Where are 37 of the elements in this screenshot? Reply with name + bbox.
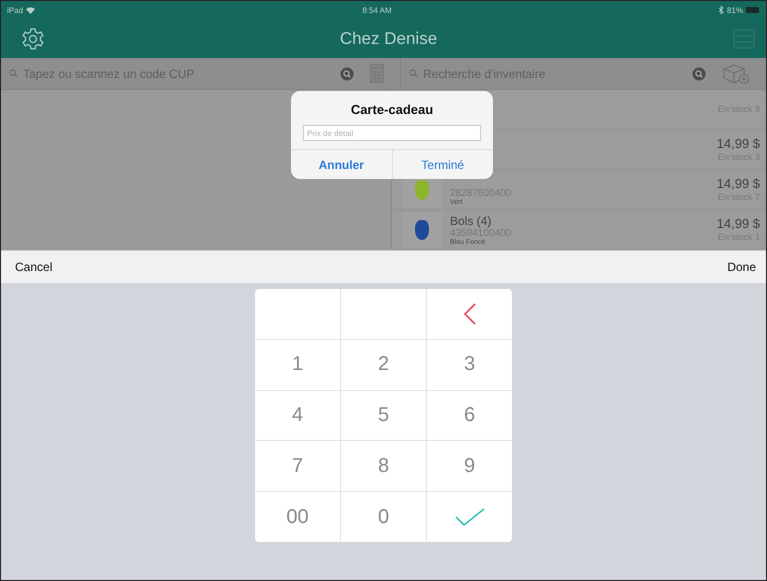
scan-icon[interactable] xyxy=(692,66,706,80)
store-title: Chez Denise xyxy=(340,28,438,48)
done-button[interactable]: Done xyxy=(723,256,760,278)
cancel-button[interactable]: Cancel xyxy=(11,256,56,278)
search-icon xyxy=(9,69,18,78)
cancel-button[interactable]: Annuler xyxy=(291,150,392,179)
product-price: 14,99 $ xyxy=(716,136,760,152)
digit-key[interactable]: 00 xyxy=(255,492,340,542)
digit-key[interactable]: 2 xyxy=(341,340,426,390)
settings-icon[interactable] xyxy=(21,26,45,50)
box-add-icon[interactable] xyxy=(722,62,750,84)
price-input-field[interactable]: Prix de détail xyxy=(303,125,481,141)
search-icon xyxy=(409,69,418,78)
backspace-key[interactable] xyxy=(427,289,512,339)
digit-key[interactable]: 6 xyxy=(427,390,512,440)
chevron-left-icon xyxy=(464,302,476,325)
product-price: 14,99 $ xyxy=(716,216,760,232)
digit-key[interactable]: 1 xyxy=(255,340,340,390)
device-name: iPad xyxy=(7,6,24,14)
product-name: Bols (4) xyxy=(450,215,492,228)
scan-icon[interactable] xyxy=(340,66,354,80)
checkmark-icon xyxy=(454,508,484,526)
digit-key[interactable]: 7 xyxy=(255,441,340,492)
digit-key[interactable]: 5 xyxy=(341,390,426,440)
digit-key[interactable]: 0 xyxy=(341,492,426,542)
product-price: 14,99 $ xyxy=(716,176,760,192)
confirm-key[interactable] xyxy=(427,492,512,542)
battery-level: 81% xyxy=(726,6,743,14)
digit-key[interactable]: 3 xyxy=(427,340,512,390)
digit-key[interactable]: 4 xyxy=(255,390,340,440)
battery-icon xyxy=(746,7,760,13)
digit-key[interactable]: 9 xyxy=(427,441,512,492)
done-button[interactable]: Terminé xyxy=(392,150,493,179)
status-time: 8:54 AM xyxy=(362,6,392,14)
wifi-icon xyxy=(26,6,36,14)
bluetooth-icon xyxy=(718,6,724,14)
digit-key[interactable]: 8 xyxy=(341,441,426,492)
